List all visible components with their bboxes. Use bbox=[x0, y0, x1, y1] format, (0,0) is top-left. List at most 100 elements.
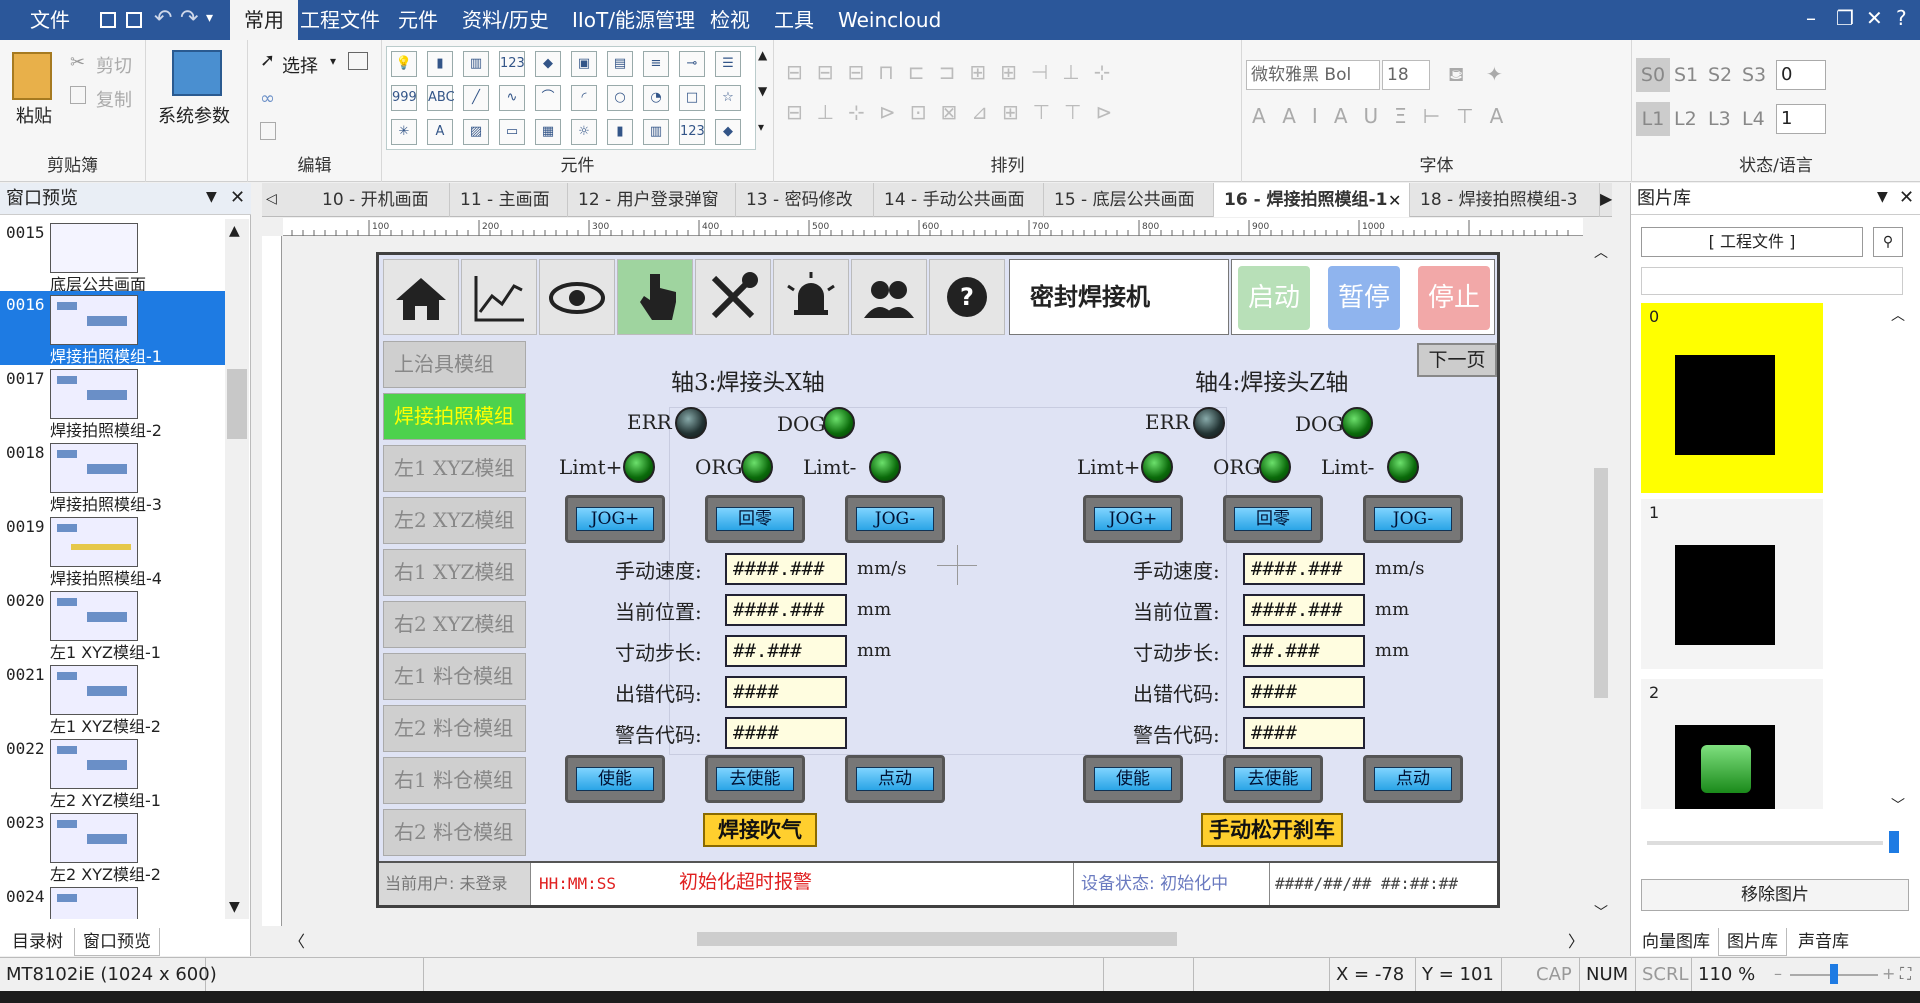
bulb-icon[interactable]: ☼ bbox=[571, 119, 597, 145]
restore-icon[interactable]: ❐ bbox=[1836, 6, 1854, 30]
library-scrollbar[interactable]: ︿ ﹀ bbox=[1891, 305, 1911, 815]
alarm-button[interactable] bbox=[773, 259, 849, 335]
library-scroll-down-icon[interactable]: ﹀ bbox=[1891, 795, 1905, 815]
axis3-inch-button[interactable]: 点动 bbox=[845, 755, 945, 803]
canvas-scroll-left-icon[interactable]: 〈 bbox=[289, 928, 305, 952]
tab-image-library[interactable]: 图片库 bbox=[1718, 928, 1787, 956]
home-button[interactable] bbox=[383, 259, 459, 335]
rectangle-icon[interactable]: □ bbox=[679, 85, 705, 111]
pie-icon[interactable]: ◔ bbox=[643, 85, 669, 111]
library-menu-icon[interactable]: ▼ bbox=[1877, 189, 1888, 205]
module-right2-xyz[interactable]: 右2 XYZ模组 bbox=[383, 601, 526, 648]
meter-icon[interactable]: ▥ bbox=[643, 119, 669, 145]
axis4-step-input[interactable]: ##.### bbox=[1243, 635, 1365, 667]
picture-icon[interactable]: ▨ bbox=[463, 119, 489, 145]
library-filter-input[interactable] bbox=[1641, 267, 1903, 295]
help-button[interactable]: ? bbox=[929, 259, 1005, 335]
manual-button[interactable] bbox=[617, 259, 693, 335]
stop-button[interactable]: 停止 bbox=[1418, 266, 1490, 330]
doc-tab-11[interactable]: 11 - 主画面 bbox=[450, 183, 568, 217]
font-family-select[interactable]: 微软雅黑 Bol bbox=[1246, 60, 1380, 90]
language-spinner[interactable]: 1 bbox=[1776, 104, 1826, 134]
counter-icon[interactable]: 123 bbox=[679, 119, 705, 145]
canvas-scroll-up-icon[interactable]: ︿ bbox=[1594, 242, 1608, 262]
axis4-enable-button[interactable]: 使能 bbox=[1083, 755, 1183, 803]
help-icon[interactable]: ? bbox=[1896, 6, 1907, 30]
close-icon[interactable]: ✕ bbox=[1866, 6, 1883, 30]
doc-tab-10[interactable]: 10 - 开机画面 bbox=[312, 183, 450, 217]
lamp-element-icon[interactable]: 💡 bbox=[391, 51, 417, 77]
language-tab-l1[interactable]: L1 bbox=[1636, 102, 1670, 136]
polyline-icon[interactable]: ∿ bbox=[499, 85, 525, 111]
zoom-out-icon[interactable]: – bbox=[1774, 964, 1782, 983]
menu-tab-weincloud[interactable]: Weincloud bbox=[824, 0, 955, 40]
copy-icon[interactable] bbox=[70, 86, 86, 104]
tab-vector-library[interactable]: 向量图库 bbox=[1634, 928, 1718, 956]
remove-image-button[interactable]: 移除图片 bbox=[1641, 879, 1909, 911]
elements-gallery[interactable]: 💡 ▮ ▥ 123 ◆ ▣ ▤ ≡ ⊸ ☰ 999 ABC ╱ ∿ ⌒ ◜ ○ … bbox=[386, 46, 756, 150]
quick-access-dropdown-icon[interactable]: ▾ bbox=[206, 10, 213, 26]
module-right1-xyz[interactable]: 右1 XYZ模组 bbox=[383, 549, 526, 596]
tab-scroll-right-icon[interactable]: ▶ bbox=[1600, 189, 1612, 208]
language-tab-l4[interactable]: L4 bbox=[1742, 102, 1765, 136]
module-upper-fixture[interactable]: 上治具模组 bbox=[383, 341, 526, 388]
module-left1-bin[interactable]: 左1 料仓模组 bbox=[383, 653, 526, 700]
weld-blow-button[interactable]: 焊接吹气 bbox=[703, 813, 817, 847]
axis4-disable-button[interactable]: 去使能 bbox=[1223, 755, 1323, 803]
window-thumb-0016[interactable]: 0016 焊接拍照模组-1 bbox=[0, 291, 225, 366]
doc-tab-18[interactable]: 18 - 焊接拍照模组-3 bbox=[1410, 183, 1600, 217]
panel-menu-icon[interactable]: ▼ bbox=[206, 189, 217, 205]
axis3-jog-plus-button[interactable]: JOG+ bbox=[565, 495, 665, 543]
library-source-select[interactable]: [ 工程文件 ] bbox=[1641, 227, 1863, 257]
axis4-speed-input[interactable]: ####.### bbox=[1243, 553, 1365, 585]
minimize-icon[interactable]: – bbox=[1806, 6, 1816, 30]
group-icon[interactable]: ∞ bbox=[260, 88, 275, 109]
canvas-scroll-down-icon[interactable]: ﹀ bbox=[1594, 902, 1608, 922]
undo-icon[interactable]: ↶ bbox=[154, 6, 172, 31]
menu-tab-elements[interactable]: 元件 bbox=[384, 0, 452, 40]
tab-tree[interactable]: 目录树 bbox=[4, 928, 71, 956]
pipe-element-icon[interactable]: ≡ bbox=[643, 51, 669, 77]
arrange-tools[interactable]: ⊟⊟⊟⊓⊏⊐⊞⊞⊣⊥⊹ ⊟⊥⊹⊳⊡⊠⊿⊞⊤⊤⊳ bbox=[786, 52, 1226, 132]
scroll-down-icon[interactable]: ▼ bbox=[229, 899, 240, 915]
select-cursor-icon[interactable]: ➚ bbox=[260, 50, 275, 71]
canvas-vscroll-thumb[interactable] bbox=[1594, 468, 1608, 698]
axis4-jog-plus-button[interactable]: JOG+ bbox=[1083, 495, 1183, 543]
doc-tab-14[interactable]: 14 - 手动公共画面 bbox=[874, 183, 1044, 217]
axis3-jog-minus-button[interactable]: JOG- bbox=[845, 495, 945, 543]
trend-button[interactable] bbox=[461, 259, 537, 335]
numeric-element-icon[interactable]: 123 bbox=[499, 51, 525, 77]
module-left2-xyz[interactable]: 左2 XYZ模组 bbox=[383, 497, 526, 544]
system-params-icon[interactable] bbox=[172, 50, 222, 96]
window-icon[interactable] bbox=[348, 52, 368, 70]
numeric-input-icon[interactable]: 999 bbox=[391, 85, 417, 111]
paste-button[interactable]: 粘贴 bbox=[16, 102, 52, 128]
sparkle-icon[interactable]: ✳ bbox=[391, 119, 417, 145]
close-file-icon[interactable] bbox=[126, 12, 142, 28]
canvas-vscroll[interactable]: ︿ ﹀ bbox=[1590, 238, 1612, 926]
state-lamp-icon[interactable]: ▮ bbox=[607, 119, 633, 145]
language-tab-l3[interactable]: L3 bbox=[1708, 102, 1731, 136]
redo-icon[interactable]: ↷ bbox=[180, 6, 198, 31]
axis3-home-button[interactable]: 回零 bbox=[705, 495, 805, 543]
canvas-hscroll[interactable]: 〈 〉 bbox=[283, 926, 1590, 952]
next-page-button[interactable]: 下一页 bbox=[1417, 343, 1497, 377]
font-size-select[interactable]: 18 bbox=[1382, 60, 1430, 90]
zoom-in-icon[interactable]: + bbox=[1882, 964, 1895, 983]
state-tab-s0[interactable]: S0 bbox=[1636, 58, 1670, 92]
list-element-icon[interactable]: ☰ bbox=[715, 51, 741, 77]
state-tab-s2[interactable]: S2 bbox=[1708, 58, 1732, 92]
menu-tab-tools[interactable]: 工具 bbox=[760, 0, 828, 40]
copy-button[interactable]: 复制 bbox=[96, 86, 132, 112]
library-browse-icon[interactable]: ⚲ bbox=[1873, 227, 1903, 257]
axis3-step-input[interactable]: ##.### bbox=[725, 635, 847, 667]
button-element-icon[interactable]: ▣ bbox=[571, 51, 597, 77]
window-thumb-0017[interactable]: 0017 焊接拍照模组-2 bbox=[0, 365, 225, 440]
line-icon[interactable]: ╱ bbox=[463, 85, 489, 111]
doc-tab-close-icon[interactable]: ✕ bbox=[1388, 191, 1401, 210]
gallery-down-icon[interactable]: ▼ bbox=[758, 84, 767, 98]
module-weld-photo[interactable]: 焊接拍照模组 bbox=[383, 393, 526, 440]
module-right2-bin[interactable]: 右2 料仓模组 bbox=[383, 809, 526, 856]
window-thumb-0018[interactable]: 0018 焊接拍照模组-3 bbox=[0, 439, 225, 514]
thumbnail-size-slider[interactable] bbox=[1647, 841, 1883, 845]
